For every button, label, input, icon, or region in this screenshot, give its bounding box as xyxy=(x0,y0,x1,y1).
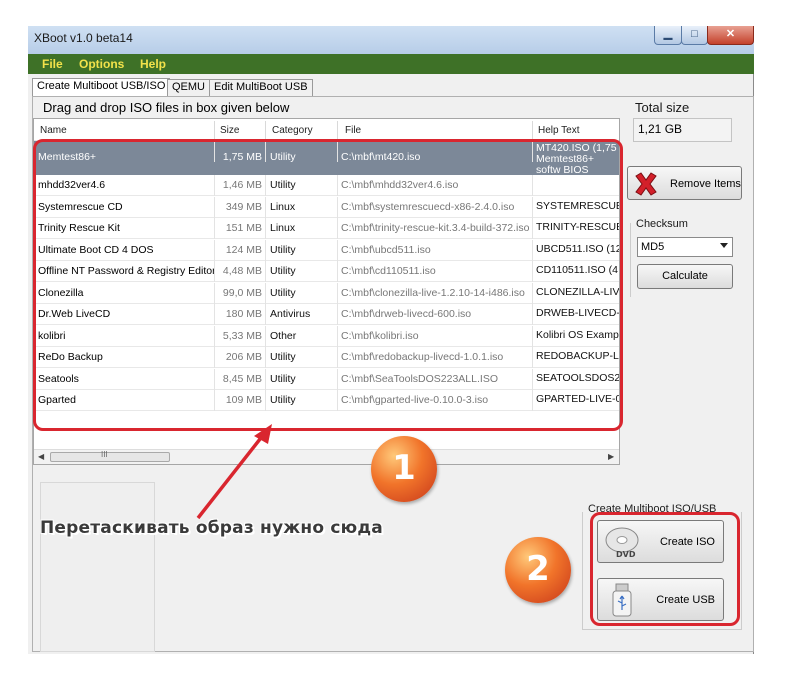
column-header-name[interactable]: Name xyxy=(40,125,67,136)
dropdown-arrow-icon xyxy=(720,243,728,248)
scrollbar-thumb[interactable]: III xyxy=(50,450,170,462)
column-header-help-text[interactable]: Help Text xyxy=(538,125,580,136)
list-highlight-frame xyxy=(33,139,623,431)
tab-qemu[interactable]: QEMU xyxy=(167,79,210,96)
menu-file[interactable]: File xyxy=(42,57,63,71)
list-header: Name Size Category File Help Text xyxy=(34,119,619,141)
step-badge-2: 2 xyxy=(505,537,571,603)
minimize-icon: ▁ xyxy=(663,28,673,40)
checksum-select[interactable]: MD5 xyxy=(637,237,733,257)
window-title: XBoot v1.0 beta14 xyxy=(34,31,133,45)
menu-help[interactable]: Help xyxy=(140,57,166,71)
drag-heading: Drag and drop ISO files in box given bel… xyxy=(43,100,290,115)
annotation-caption: Перетаскивать образ нужно сюда xyxy=(40,518,383,538)
remove-items-label: Remove Items xyxy=(670,178,741,190)
remove-items-button[interactable]: Remove Items xyxy=(627,166,742,200)
maximize-icon: □ xyxy=(691,28,698,40)
menu-options[interactable]: Options xyxy=(79,57,124,71)
empty-panel xyxy=(40,482,155,652)
checksum-selected-value: MD5 xyxy=(641,241,665,253)
annotation-arrow xyxy=(196,424,272,520)
total-size-label: Total size xyxy=(635,100,690,115)
maximize-button[interactable]: □ xyxy=(681,26,708,45)
close-button[interactable]: ✕ xyxy=(707,26,754,45)
column-divider[interactable] xyxy=(265,121,266,139)
remove-x-icon xyxy=(635,172,657,196)
column-divider[interactable] xyxy=(532,121,533,139)
column-divider[interactable] xyxy=(214,121,215,139)
total-size-value: 1,21 GB xyxy=(633,118,732,142)
scroll-right-icon[interactable]: ▶ xyxy=(608,452,614,461)
minimize-button[interactable]: ▁ xyxy=(654,26,682,45)
column-header-size[interactable]: Size xyxy=(220,125,239,136)
step-badge-1: 1 xyxy=(371,436,437,502)
column-header-file[interactable]: File xyxy=(345,125,361,136)
tab-edit-multiboot-usb[interactable]: Edit MultiBoot USB xyxy=(209,79,313,96)
tab-create-multiboot[interactable]: Create Multiboot USB/ISO xyxy=(32,78,171,97)
column-divider[interactable] xyxy=(337,121,338,139)
menu-bar: File Options Help xyxy=(28,54,754,74)
column-header-category[interactable]: Category xyxy=(272,125,313,136)
close-icon: ✕ xyxy=(725,28,736,40)
checksum-label: Checksum xyxy=(636,218,688,230)
scroll-grip: III xyxy=(101,450,108,459)
title-bar: XBoot v1.0 beta14 ▁ □ ✕ xyxy=(28,26,754,54)
calculate-button[interactable]: Calculate xyxy=(637,264,733,289)
scroll-left-icon[interactable]: ◀ xyxy=(38,452,44,461)
create-buttons-highlight-frame xyxy=(590,512,740,626)
horizontal-scrollbar[interactable]: ◀ III ▶ xyxy=(34,449,619,464)
